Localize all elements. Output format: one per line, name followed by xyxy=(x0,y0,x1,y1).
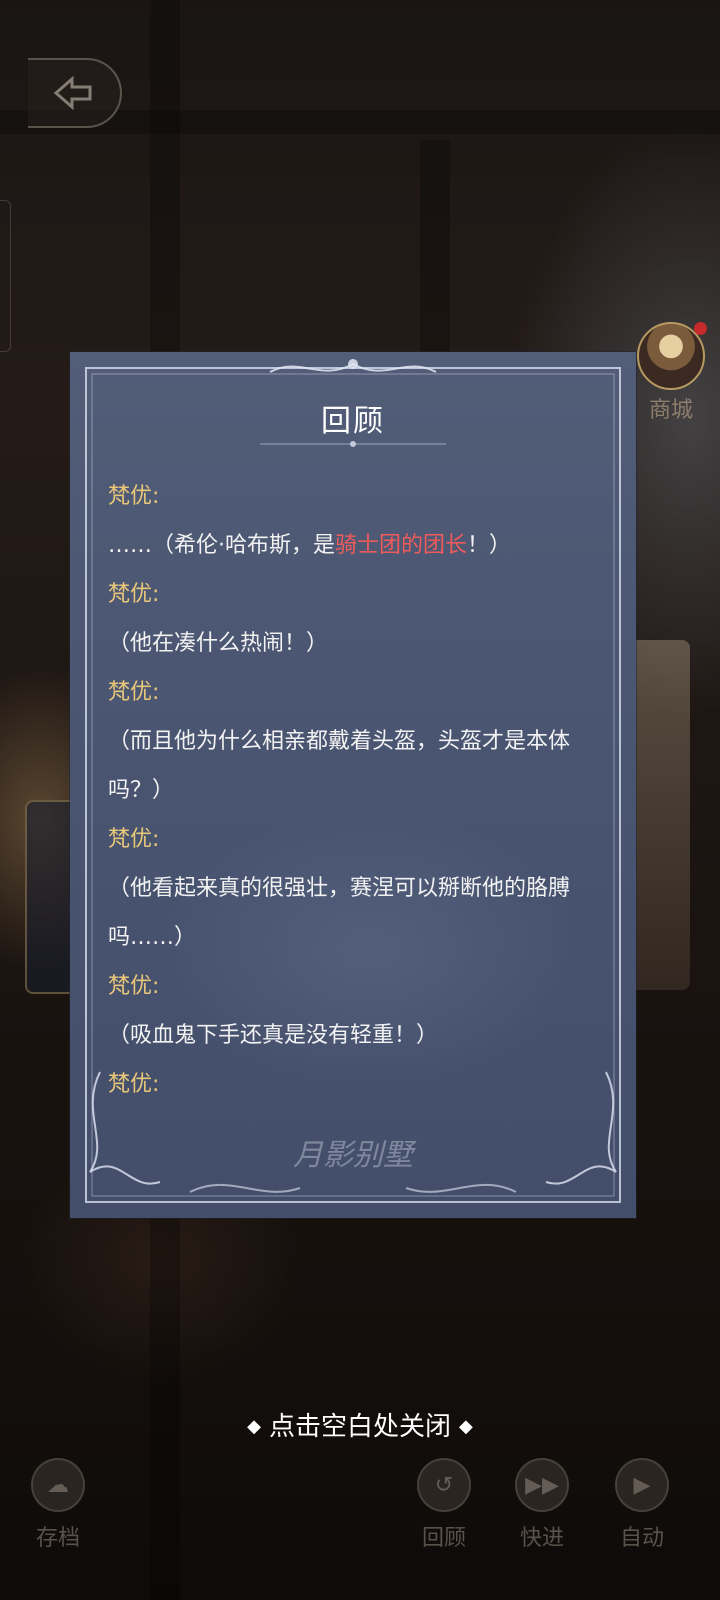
dialogue-line: （而且他为什么相亲都戴着头盔，头盔才是本体吗？） xyxy=(108,717,603,815)
dialogue-line: （吸血鬼下手还真是没有轻重！） xyxy=(108,1011,603,1060)
shop-button[interactable]: 商城 xyxy=(636,322,707,424)
back-button[interactable] xyxy=(28,58,122,128)
character-portrait xyxy=(630,640,690,990)
review-panel: 回顾 梵优: ……（希伦·哈布斯，是骑士团的团长！） 梵优: （他在凑什么热闹！） 梵优… xyxy=(70,352,636,1218)
auto-button[interactable]: ▶ 自动 xyxy=(612,1458,672,1552)
speaker-name: 梵优: xyxy=(108,680,160,705)
side-tab[interactable] xyxy=(0,200,11,352)
panel-title: 回顾 xyxy=(321,404,385,439)
speaker-name: 梵优: xyxy=(108,827,160,852)
cloud-save-icon: ☁ xyxy=(31,1458,85,1512)
speaker-name: 梵优: xyxy=(108,1072,160,1097)
diamond-icon: ◆ xyxy=(459,1416,473,1437)
review-icon: ↺ xyxy=(417,1458,471,1512)
fast-forward-icon: ▶▶ xyxy=(515,1458,569,1512)
review-label: 回顾 xyxy=(421,1526,466,1551)
review-button[interactable]: ↺ 回顾 xyxy=(414,1458,474,1552)
speaker-name: 梵优: xyxy=(108,582,160,607)
back-arrow-icon xyxy=(53,75,92,111)
dialogue-text: （他看起来真的很强壮，赛涅可以掰断他的胳膊吗……） xyxy=(108,876,571,950)
dialogue-line: （他在凑什么热闹！） xyxy=(108,619,603,668)
play-icon: ▶ xyxy=(615,1458,669,1512)
diamond-icon: ◆ xyxy=(247,1416,261,1437)
save-button[interactable]: ☁ 存档 xyxy=(28,1458,88,1552)
dialogue-line: （他看起来真的很强壮，赛涅可以掰断他的胳膊吗……） xyxy=(108,864,603,962)
notification-dot xyxy=(694,322,707,335)
dialogue-text: （而且他为什么相亲都戴着头盔，头盔才是本体吗？） xyxy=(108,729,571,803)
close-hint[interactable]: ◆ 点击空白处关闭 ◆ xyxy=(0,1406,720,1443)
speaker-name: 梵优: xyxy=(108,484,160,509)
review-entries[interactable]: 梵优: ……（希伦·哈布斯，是骑士团的团长！） 梵优: （他在凑什么热闹！） 梵优: （而… xyxy=(108,472,603,1109)
fast-forward-label: 快进 xyxy=(519,1526,564,1551)
dialogue-line: ……（希伦·哈布斯，是骑士团的团长！） xyxy=(108,521,603,570)
shop-label: 商城 xyxy=(648,398,693,423)
dialogue-text: ……（希伦·哈布斯，是 xyxy=(108,533,335,558)
save-label: 存档 xyxy=(35,1526,80,1551)
auto-label: 自动 xyxy=(619,1526,664,1551)
fast-forward-button[interactable]: ▶▶ 快进 xyxy=(512,1458,572,1552)
highlighted-text: 骑士团的团长 xyxy=(335,533,468,558)
shop-avatar xyxy=(637,322,707,390)
game-logo: 月影别墅 xyxy=(293,1138,413,1173)
dialogue-text: （他在凑什么热闹！） xyxy=(108,631,329,656)
dialogue-text: （吸血鬼下手还真是没有轻重！） xyxy=(108,1023,439,1048)
speaker-name: 梵优: xyxy=(108,974,160,999)
dialogue-text: ！） xyxy=(467,533,512,558)
close-hint-text: 点击空白处关闭 xyxy=(268,1412,451,1442)
